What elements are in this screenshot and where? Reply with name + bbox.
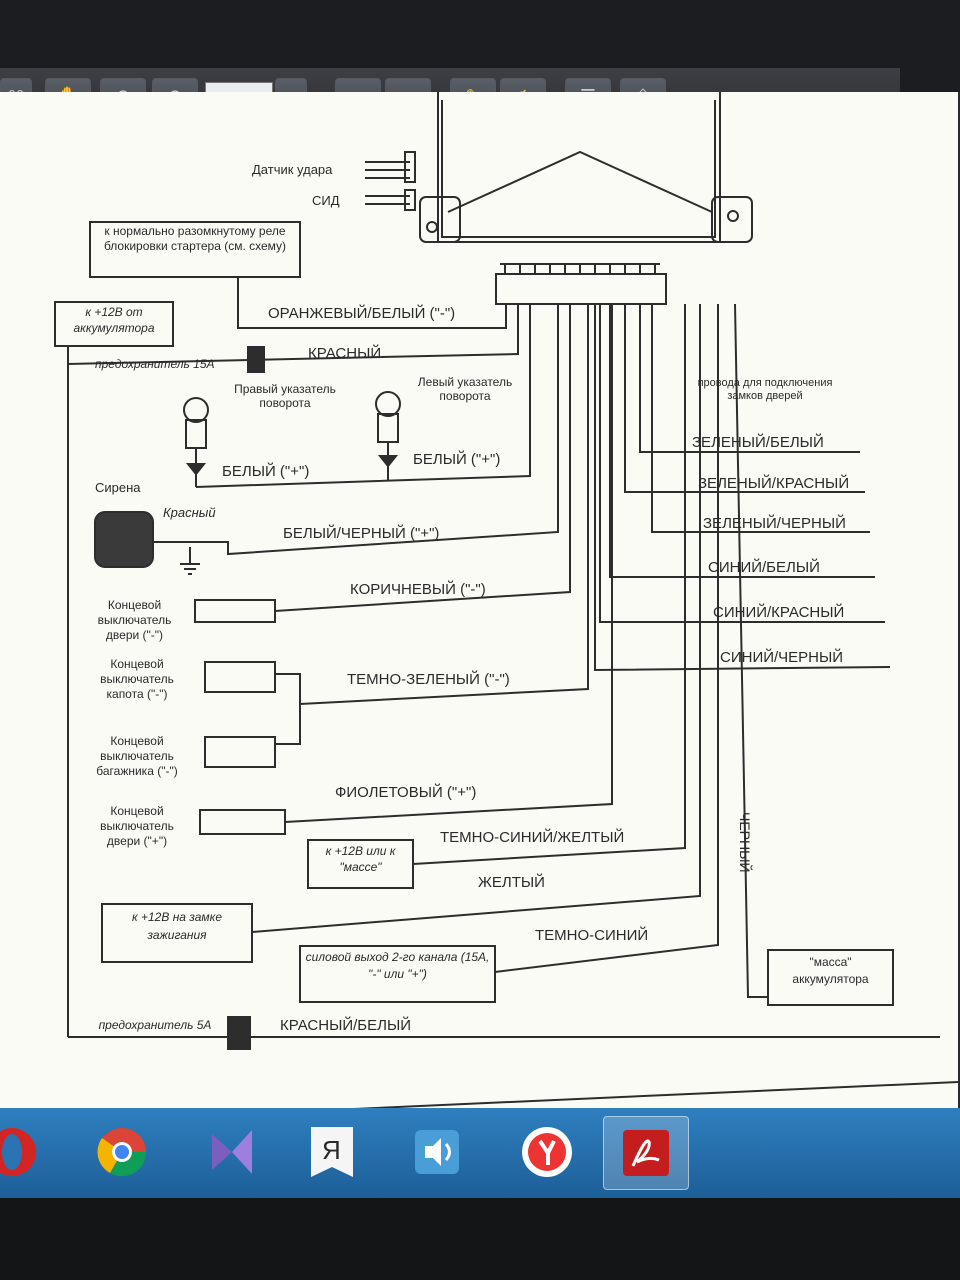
label-red: КРАСНЫЙ — [308, 344, 381, 362]
fuse-5a — [227, 1016, 251, 1050]
label-door-switch-neg: Концевой выключатель двери ("-") — [97, 598, 172, 642]
taskbar-audio-icon[interactable] — [395, 1116, 479, 1188]
relay-note-container: к нормально разомкнутому реле блокировки… — [103, 224, 287, 253]
label-brown: КОРИЧНЕВЫЙ ("-") — [350, 580, 486, 598]
plus12-ground-container: к +12В или к "массе" — [325, 844, 396, 874]
mount-ear-left — [419, 196, 461, 243]
label-battery-note: к +12В от аккумулятора — [73, 305, 155, 335]
taskbar-visual-studio-icon[interactable] — [190, 1116, 274, 1188]
fuse-15a — [247, 346, 265, 373]
hood-switch-container: Концевой выключатель капота ("-") — [100, 657, 174, 701]
label-trunk-switch: Концевой выключатель багажника ("-") — [96, 734, 178, 778]
label-ignition: к +12В на замке зажигания — [132, 910, 222, 942]
battery-ground-container: "масса" аккумулятора — [792, 955, 869, 986]
taskbar-yandex-icon[interactable]: Я — [290, 1116, 374, 1188]
label-yellow: ЖЕЛТЫЙ — [478, 873, 545, 891]
mount-ear-right — [711, 196, 753, 243]
label-green-red: ЗЕЛЕНЫЙ/КРАСНЫЙ — [698, 474, 849, 492]
label-green-black: ЗЕЛЕНЫЙ/ЧЕРНЫЙ — [703, 514, 846, 532]
right-turn-bulb — [183, 397, 209, 423]
label-left-turn: Левый указатель поворота — [417, 375, 513, 403]
main-connector — [495, 273, 667, 305]
door-switch-negative — [194, 599, 276, 623]
right-turn-container: Правый указатель поворота — [234, 382, 336, 410]
label-blue-white: СИНИЙ/БЕЛЫЙ — [708, 558, 820, 576]
taskbar-yandex-browser-icon[interactable] — [505, 1116, 589, 1188]
label-shock-sensor: Датчик удара — [252, 162, 333, 177]
label-blue-red: СИНИЙ/КРАСНЫЙ — [713, 603, 844, 621]
label-relay-note: к нормально разомкнутому реле блокировки… — [103, 224, 287, 253]
trunk-switch-container: Концевой выключатель багажника ("-") — [96, 734, 178, 778]
label-white-right: БЕЛЫЙ ("+") — [222, 462, 309, 480]
label-blue-black: СИНИЙ/ЧЕРНЫЙ — [720, 648, 843, 666]
hood-switch — [204, 661, 276, 693]
fuse-5a-container: предохранитель 5А — [98, 1018, 212, 1032]
label-fuse-15a: предохранитель 15А — [95, 357, 215, 371]
label-siren: Сирена — [95, 480, 141, 495]
label-right-turn: Правый указатель поворота — [234, 382, 336, 410]
label-fuse-5a: предохранитель 5А — [98, 1018, 212, 1032]
label-orange-white: ОРАНЖЕВЫЙ/БЕЛЫЙ ("-") — [268, 304, 455, 322]
left-turn-container: Левый указатель поворота — [417, 375, 513, 403]
trunk-switch — [204, 736, 276, 768]
taskbar-chrome-icon[interactable] — [80, 1116, 164, 1188]
svg-text:Я: Я — [322, 1135, 341, 1165]
door-switch-positive — [199, 809, 286, 835]
label-plus12-ground: к +12В или к "массе" — [325, 844, 396, 874]
wiring-diagram: Датчик удара СИД к нормально разомкнутом… — [54, 92, 958, 1123]
battery-note-container: к +12В от аккумулятора — [73, 305, 155, 335]
label-dark-blue: ТЕМНО-СИНИЙ — [535, 926, 648, 944]
taskbar-opera-icon[interactable] — [0, 1116, 54, 1188]
label-white-black: БЕЛЫЙ/ЧЕРНЫЙ ("+") — [283, 524, 439, 542]
taskbar: Я — [0, 1108, 960, 1198]
label-green-white: ЗЕЛЕНЫЙ/БЕЛЫЙ — [692, 433, 824, 451]
door-switch-neg-container: Концевой выключатель двери ("-") — [97, 598, 172, 642]
label-hood-switch: Концевой выключатель капота ("-") — [100, 657, 174, 701]
label-siren-red: Красный — [163, 505, 216, 520]
siren-icon — [94, 511, 154, 568]
left-turn-bulb — [375, 391, 401, 417]
label-dark-blue-yellow: ТЕМНО-СИНИЙ/ЖЕЛТЫЙ — [440, 828, 624, 846]
label-violet: ФИОЛЕТОВЫЙ ("+") — [335, 783, 476, 801]
label-white-left: БЕЛЫЙ ("+") — [413, 450, 500, 468]
taskbar-adobe-reader-icon[interactable] — [603, 1116, 689, 1190]
label-power-out: силовой выход 2-го канала (15А, "-" или … — [305, 950, 490, 981]
door-switch-pos-container: Концевой выключатель двери ("+") — [100, 804, 174, 848]
label-door-lock-wires: провода для подключения замков дверей — [697, 377, 833, 402]
label-door-switch-pos: Концевой выключатель двери ("+") — [100, 804, 174, 848]
monitor-bezel — [0, 1198, 960, 1280]
power-out-container: силовой выход 2-го канала (15А, "-" или … — [305, 950, 490, 981]
label-black: ЧЕРНЫЙ — [737, 812, 754, 873]
label-red-white: КРАСНЫЙ/БЕЛЫЙ — [280, 1016, 411, 1034]
label-battery-ground: "масса" аккумулятора — [792, 955, 869, 986]
label-dark-green: ТЕМНО-ЗЕЛЕНЫЙ ("-") — [347, 670, 510, 688]
ignition-container: к +12В на замке зажигания — [132, 910, 222, 942]
label-led: СИД — [312, 193, 340, 208]
door-lock-wires-container: провода для подключения замков дверей — [697, 377, 833, 402]
alarm-module-body — [437, 92, 721, 243]
